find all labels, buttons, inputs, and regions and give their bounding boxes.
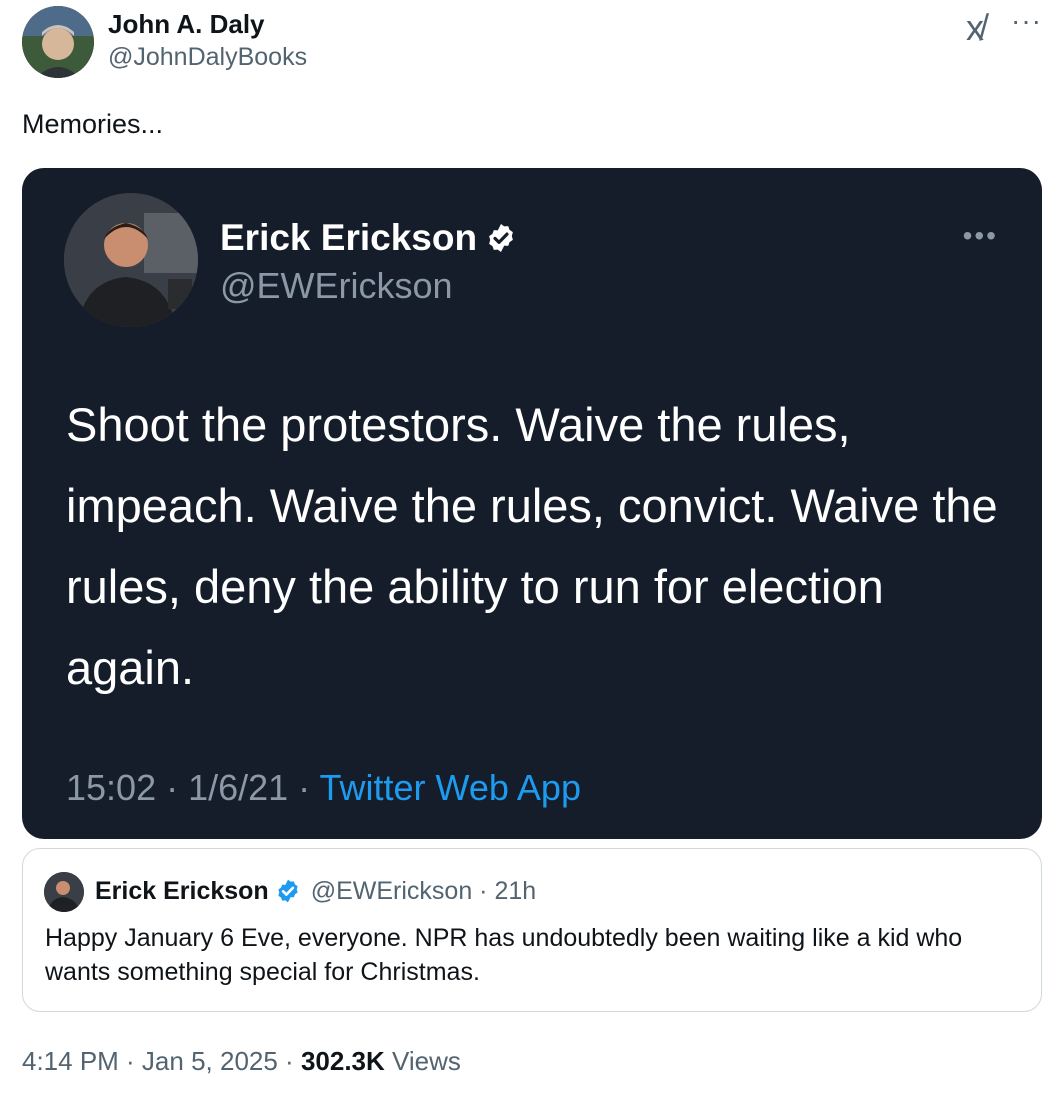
media-author-handle: @EWErickson bbox=[220, 265, 453, 306]
views-count: 302.3K bbox=[300, 1046, 385, 1076]
media-time: 15:02 · 1/6/21 · bbox=[66, 767, 320, 808]
media-timestamp: 15:02 · 1/6/21 · Twitter Web App bbox=[66, 766, 581, 810]
verified-badge-icon bbox=[489, 224, 513, 252]
media-tweet-text: Shoot the protestors. Waive the rules, i… bbox=[66, 398, 998, 694]
media-app-link: Twitter Web App bbox=[319, 767, 581, 808]
x-logo-icon[interactable]: x̸ bbox=[966, 10, 984, 46]
tweet-footer: 4:14 PM · Jan 5, 2025 · 302.3K Views bbox=[22, 1044, 461, 1078]
quoted-tweet[interactable]: Erick Erickson @EWErickson · 21h Happy J… bbox=[22, 848, 1042, 1012]
more-options-icon[interactable]: ··· bbox=[1011, 6, 1042, 36]
quote-avatar[interactable] bbox=[44, 872, 84, 912]
author-name[interactable]: John A. Daly bbox=[108, 8, 307, 40]
tweet-media-image[interactable]: Erick Erickson @EWErickson ••• Shoot the… bbox=[22, 168, 1042, 839]
quote-author-handle[interactable]: @EWErickson · 21h bbox=[311, 875, 536, 907]
tweet-text: Memories... bbox=[22, 109, 164, 139]
author-handle[interactable]: @JohnDalyBooks bbox=[108, 40, 307, 74]
quote-author-name[interactable]: Erick Erickson bbox=[95, 875, 269, 907]
verified-badge-icon bbox=[278, 879, 298, 903]
post-timestamp[interactable]: 4:14 PM · Jan 5, 2025 · bbox=[22, 1046, 301, 1076]
media-avatar bbox=[64, 193, 198, 327]
quote-header: Erick Erickson @EWErickson · 21h bbox=[95, 875, 536, 907]
quote-text: Happy January 6 Eve, everyone. NPR has u… bbox=[45, 924, 963, 986]
media-name-row: Erick Erickson bbox=[220, 216, 517, 260]
author-avatar[interactable] bbox=[22, 6, 94, 78]
media-author-name: Erick Erickson bbox=[220, 217, 478, 258]
more-options-icon: ••• bbox=[962, 220, 998, 251]
tweet-header: John A. Daly @JohnDalyBooks x̸ ··· bbox=[22, 6, 1042, 86]
views-label: Views bbox=[384, 1046, 461, 1076]
author-info: John A. Daly @JohnDalyBooks bbox=[108, 8, 307, 74]
